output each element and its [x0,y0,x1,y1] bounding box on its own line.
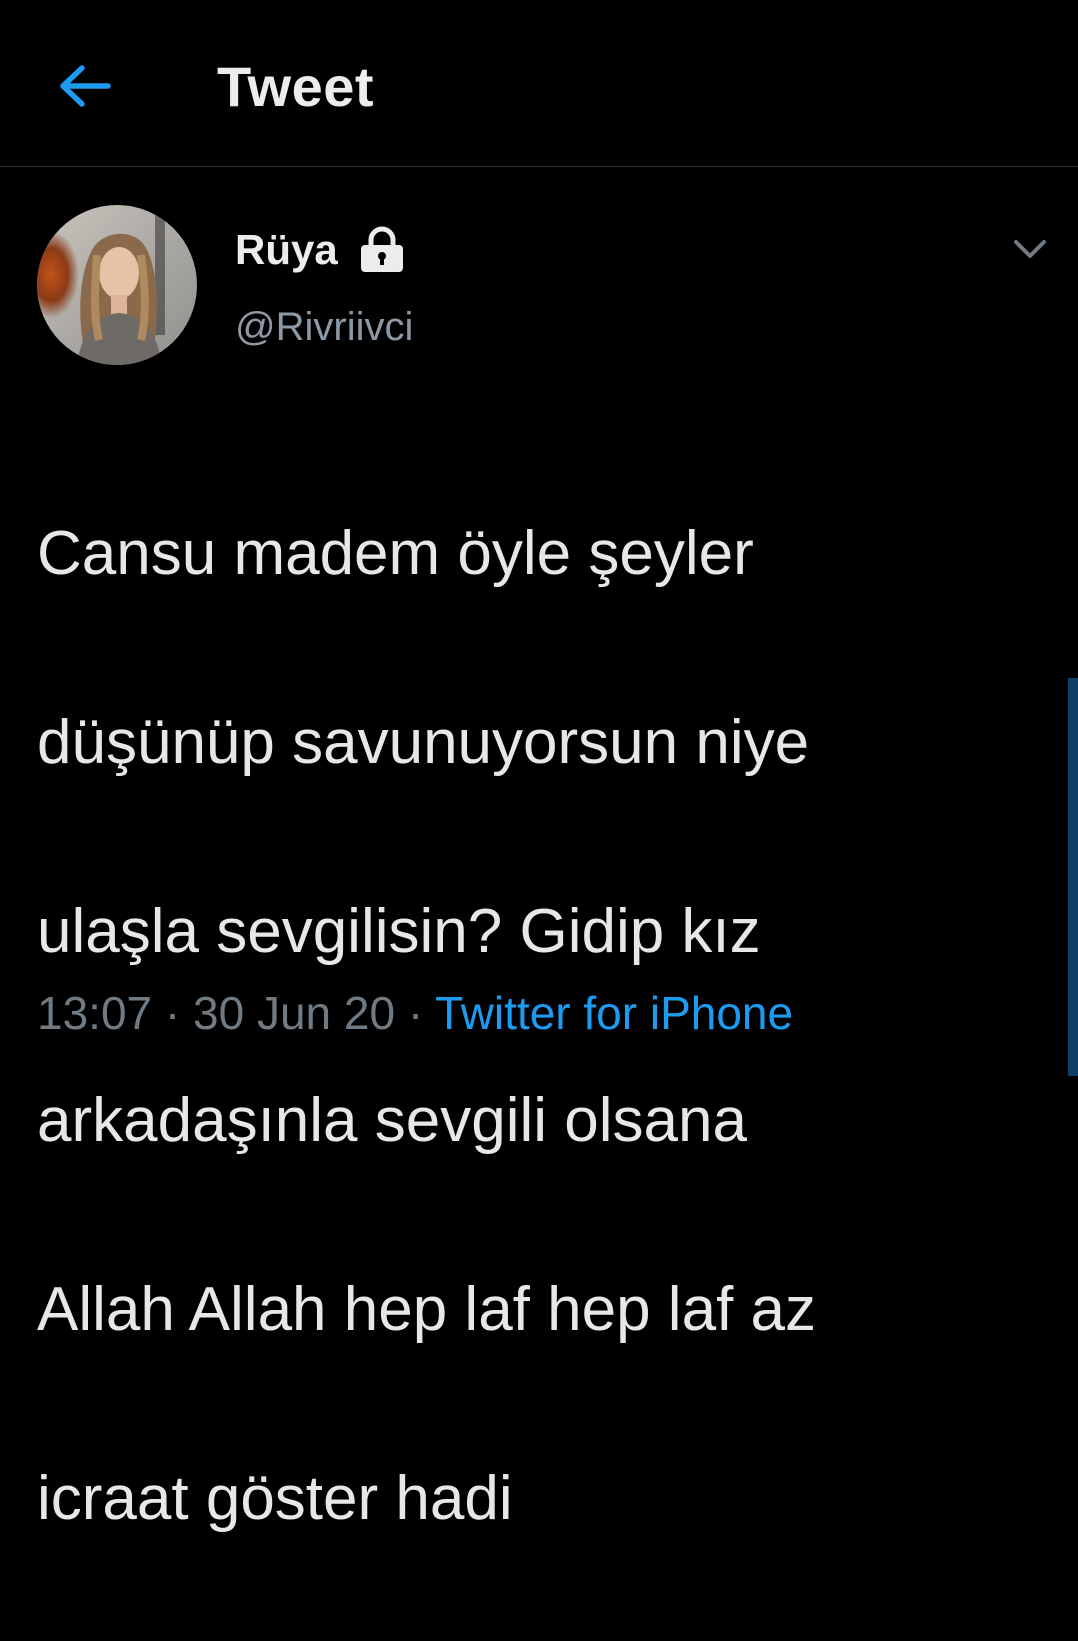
page-title: Tweet [217,55,375,118]
tweet-line: ulaşla sevgilisin? Gidip kız [37,896,761,966]
more-options-button[interactable] [1010,232,1050,266]
separator-dot: · [407,987,424,1039]
tweet-line: icraat göster hadi [37,1463,513,1533]
tweet-source-link[interactable]: Twitter for iPhone [435,987,793,1039]
tweet-line: Allah Allah hep laf hep laf az [37,1274,816,1344]
avatar[interactable] [37,205,197,365]
tweet-metadata: 13:07 · 30 Jun 20 · Twitter for iPhone [37,986,793,1040]
tweet-time: 13:07 [37,987,153,1039]
tweet-date: 30 Jun 20 [193,987,396,1039]
author-display-name[interactable]: Rüya [235,226,338,274]
author-handle[interactable]: @Rivriivci [235,305,413,350]
tweet-line: arkadaşınla sevgili olsana [37,1085,747,1155]
tweet-line: düşünüp savunuyorsun niye [37,707,810,777]
separator-dot: · [164,987,181,1039]
lock-icon [358,226,406,272]
tweet-line: Cansu madem öyle şeyler [37,518,754,588]
scrollbar[interactable] [1068,678,1078,1076]
profile-photo [37,205,197,365]
arrow-left-icon [60,65,111,107]
top-app-bar: Tweet [0,0,1078,167]
chevron-down-icon [1014,240,1046,258]
back-button[interactable] [52,58,116,114]
